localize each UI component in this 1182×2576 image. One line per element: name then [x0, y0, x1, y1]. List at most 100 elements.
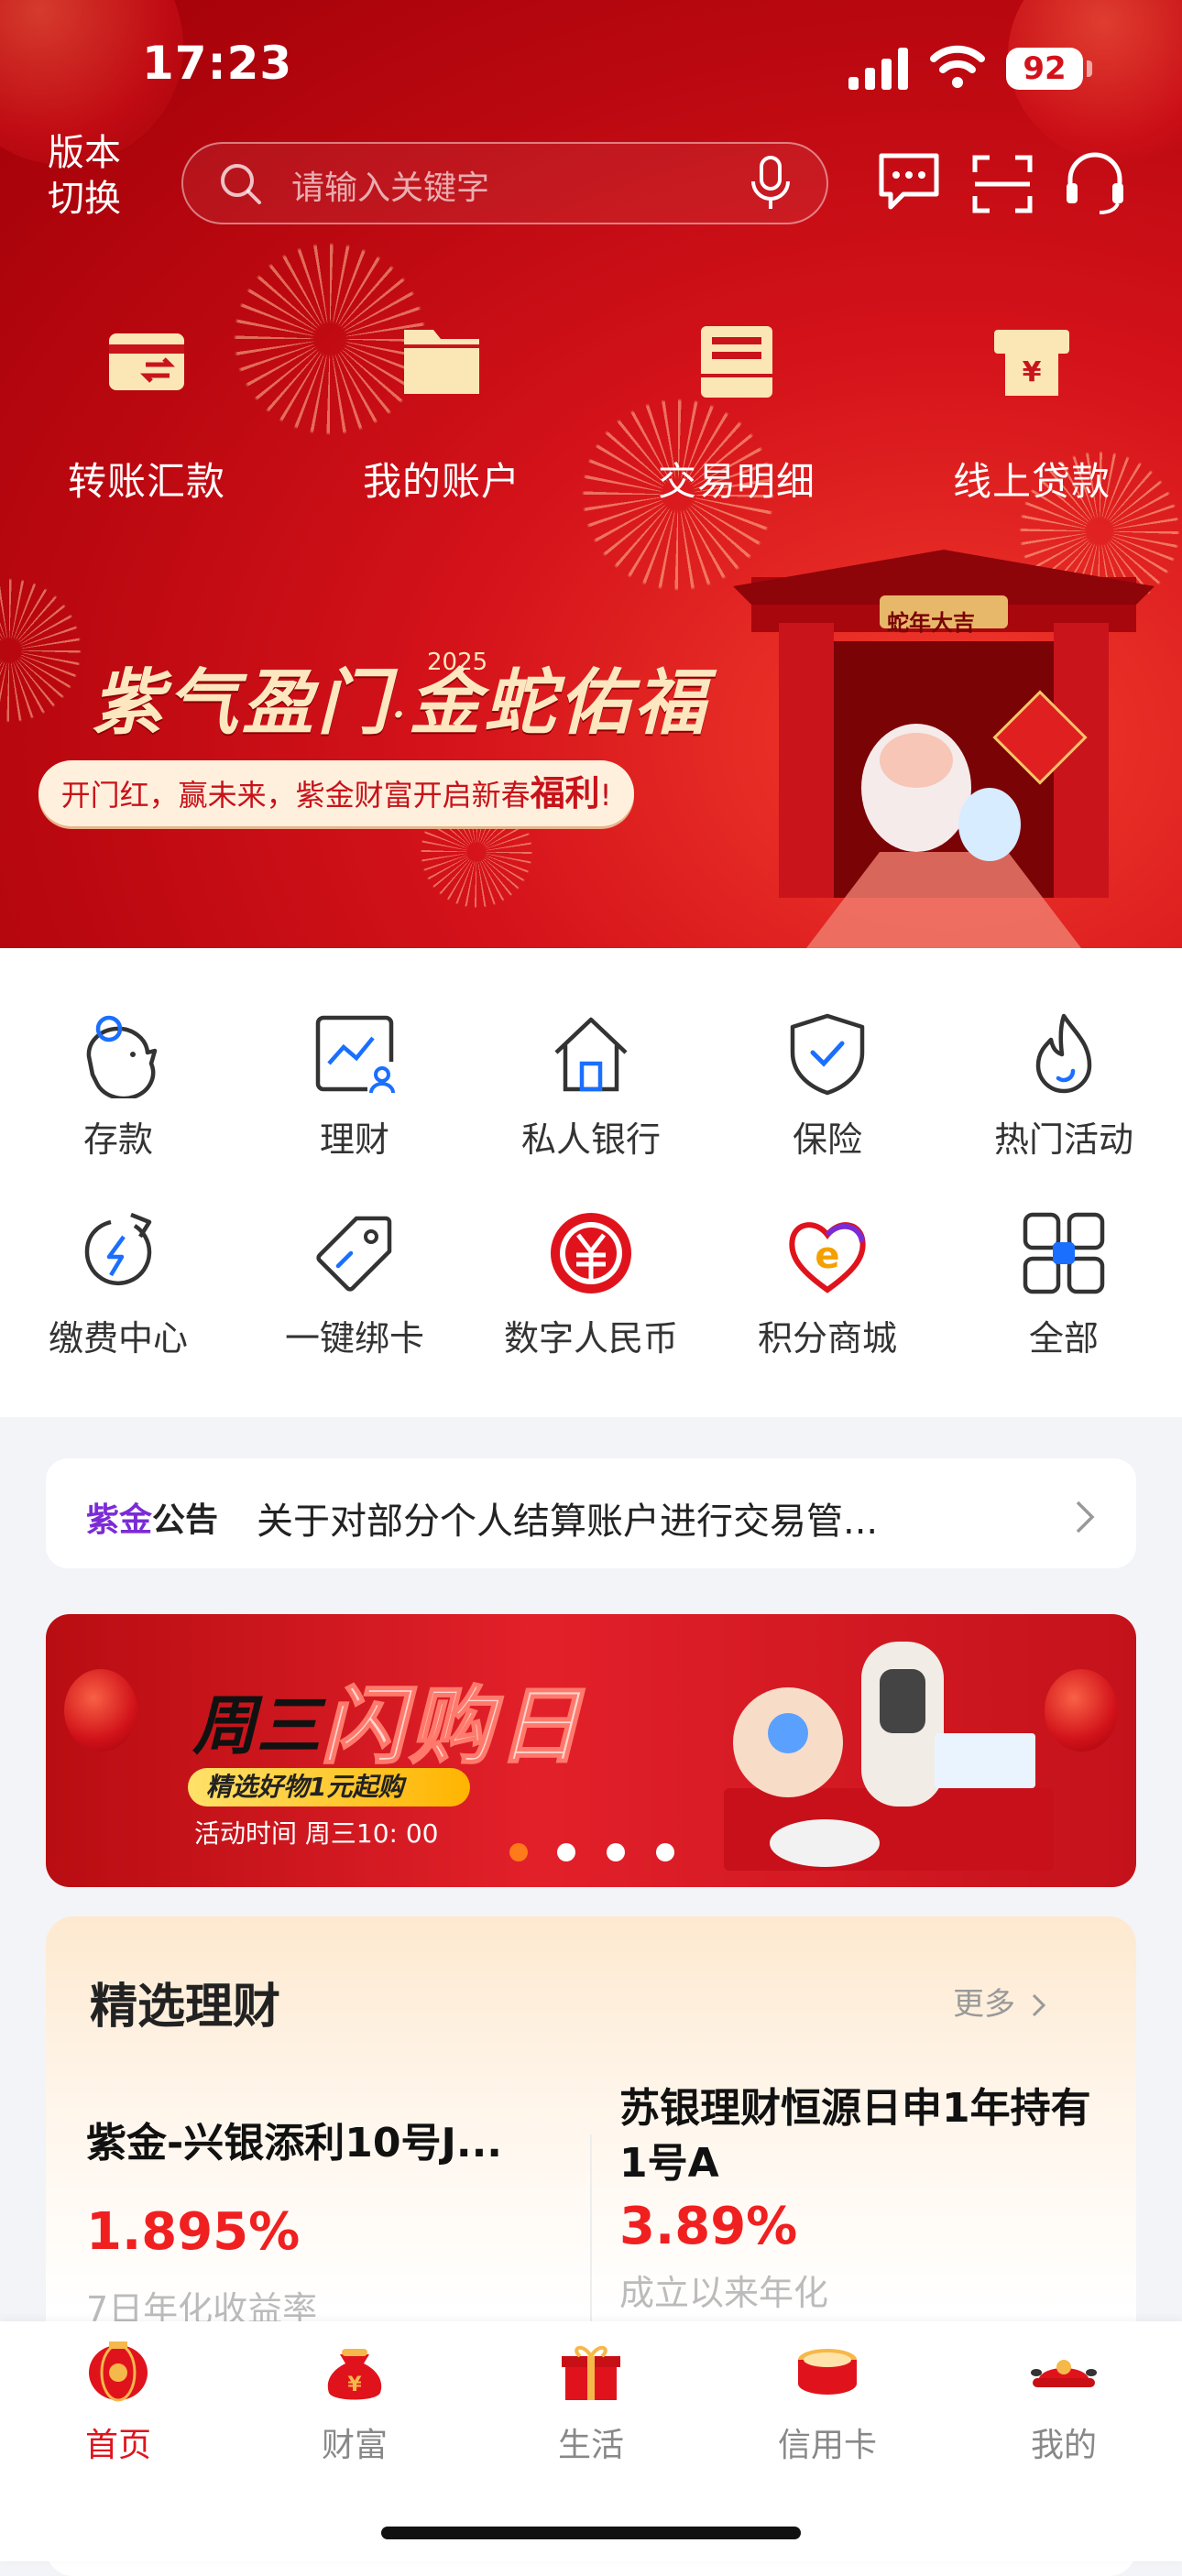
search-icon [221, 164, 261, 204]
lantern-decoration [64, 1669, 137, 1752]
quick-action-transfer[interactable]: 转账汇款 [27, 321, 266, 507]
grid-item-payment-center[interactable]: 缴费中心 [0, 1209, 236, 1360]
shield-icon [790, 1013, 865, 1096]
status-time: 17:23 [142, 37, 293, 90]
wealth-section-title: 精选理财 [90, 1980, 281, 2035]
quick-action-label: 转账汇款 [67, 459, 225, 504]
quick-action-account[interactable]: 我的账户 [323, 321, 561, 507]
tag-icon [316, 1216, 392, 1292]
chevron-right-icon [1076, 1501, 1095, 1534]
tab-mine[interactable]: 我的 [946, 2336, 1182, 2466]
gift-box-icon [562, 2345, 620, 2400]
quick-action-label: 线上贷款 [952, 459, 1111, 504]
wealth-more-label: 更多 [953, 1986, 1015, 2023]
piggy-bank-icon [86, 1015, 158, 1101]
points-mall-icon: e [789, 1222, 866, 1293]
customer-service-icon[interactable] [1063, 150, 1127, 216]
announcement-tag-brand: 紫金 [86, 1501, 153, 1539]
hero-year: 2025 [427, 649, 488, 676]
promo-subtitle: 精选好物1元起购 [188, 1768, 470, 1806]
hero-pill-emphasis: 福利 [530, 773, 600, 813]
flame-icon [1035, 1013, 1092, 1094]
battery-tip [1087, 60, 1092, 77]
grid-item-label: 私人银行 [520, 1119, 661, 1160]
promo-time: 活动时间 周三10: 00 [194, 1818, 439, 1849]
carousel-dot[interactable] [607, 1843, 625, 1861]
grid-item-insurance[interactable]: 保险 [709, 1010, 946, 1162]
grid-item-label: 热门活动 [993, 1119, 1133, 1160]
grid-item-all[interactable]: 全部 [946, 1209, 1182, 1360]
grid-item-label: 存款 [82, 1119, 153, 1160]
grid-item-points-mall[interactable]: e 积分商城 [709, 1209, 946, 1360]
home-indicator[interactable] [381, 2527, 801, 2539]
payment-icon [84, 1212, 152, 1286]
grid-item-label: 积分商城 [757, 1318, 897, 1359]
grid-item-label: 数字人民币 [503, 1318, 678, 1359]
carousel-dot[interactable] [557, 1843, 575, 1861]
tab-wealth[interactable]: ¥ 财富 [236, 2336, 473, 2466]
money-bag-icon: ¥ [327, 2349, 382, 2400]
grid-item-label: 缴费中心 [48, 1318, 188, 1359]
product-rate: 3.89% [619, 2197, 798, 2256]
grid-item-ecny[interactable]: 数字人民币 [473, 1209, 709, 1360]
microphone-icon[interactable] [748, 156, 793, 211]
loan-icon: ¥ [994, 330, 1069, 396]
announcement-tag: 紫金公告 [86, 1493, 218, 1541]
message-icon[interactable] [876, 152, 942, 213]
hero-pill-text: 开门红，赢未来，紫金财富开启新春 [60, 778, 531, 813]
grid-item-deposit[interactable]: 存款 [0, 1010, 236, 1162]
wifi-icon [930, 45, 985, 88]
account-folder-icon [404, 330, 479, 394]
wealth-chart-icon [315, 1015, 395, 1094]
tab-life[interactable]: 生活 [473, 2336, 709, 2466]
grid-item-hot-events[interactable]: 热门活动 [946, 1010, 1182, 1162]
signal-icon [848, 48, 908, 90]
quick-action-label: 交易明细 [657, 459, 815, 504]
private-bank-icon [554, 1017, 628, 1092]
search-bar[interactable] [181, 142, 828, 224]
grid-item-label: 保险 [792, 1119, 862, 1160]
hero-slogan[interactable]: 紫气盈门·金蛇佑福 [92, 646, 709, 748]
svg-text:e: e [815, 1235, 839, 1277]
hero-pill-end: ! [599, 778, 612, 813]
grid-item-label: 全部 [1028, 1318, 1099, 1359]
product-rate-desc: 成立以来年化 [619, 2273, 829, 2313]
service-grid: 存款 理财 私人银行 保险 热门活动 缴费中心 一键绑卡 数字人民币 e 积分商… [0, 948, 1182, 1417]
grid-item-label: 一键绑卡 [284, 1318, 424, 1359]
announcement-tag-text: 公告 [152, 1501, 219, 1539]
tab-label: 财富 [321, 2427, 388, 2464]
carousel-dot-active[interactable] [509, 1843, 528, 1861]
tab-home[interactable]: 首页 [0, 2336, 236, 2466]
tab-label: 我的 [1030, 2427, 1097, 2464]
all-grid-icon [1023, 1212, 1105, 1294]
quick-action-label: 我的账户 [362, 459, 520, 504]
tab-label: 生活 [557, 2427, 624, 2464]
product-name: 苏银理财恒源日申1年持有1号A [619, 2085, 1091, 2187]
tab-credit-card[interactable]: 信用卡 [709, 2336, 946, 2466]
transfer-icon [109, 333, 184, 390]
scan-icon[interactable] [971, 154, 1034, 214]
ecny-icon [551, 1213, 631, 1293]
carousel-dot[interactable] [656, 1843, 674, 1861]
search-input[interactable]: 请输入关键字 [291, 161, 489, 209]
quick-action-loan[interactable]: ¥ 线上贷款 [913, 321, 1151, 507]
grid-item-private-bank[interactable]: 私人银行 [473, 1010, 709, 1162]
grid-item-bind-card[interactable]: 一键绑卡 [236, 1209, 473, 1360]
tab-label: 信用卡 [777, 2427, 877, 2464]
transaction-detail-icon [701, 326, 772, 398]
version-switch-button[interactable]: 版本 切换 [48, 130, 139, 222]
quick-action-transactions[interactable]: 交易明细 [618, 321, 856, 507]
grid-item-wealth[interactable]: 理财 [236, 1010, 473, 1162]
promo-title-day: 周三 [192, 1688, 321, 1763]
home-lantern-icon [89, 2341, 148, 2402]
product-rate: 1.895% [86, 2202, 301, 2262]
svg-text:¥: ¥ [1023, 356, 1042, 388]
wealth-more-link[interactable]: 更多 [953, 1979, 1047, 2024]
firework-decoration [0, 568, 92, 733]
grid-item-label: 理财 [319, 1119, 389, 1160]
hero-promo-pill[interactable]: 开门红，赢未来，紫金财富开启新春福利! [38, 760, 634, 826]
drum-icon [798, 2349, 857, 2395]
hero-slogan-left: 紫气盈门 [92, 661, 393, 745]
announcement-text[interactable]: 关于对部分个人结算账户进行交易管... [257, 1491, 971, 1545]
god-of-wealth-hat-icon [1031, 2360, 1097, 2387]
